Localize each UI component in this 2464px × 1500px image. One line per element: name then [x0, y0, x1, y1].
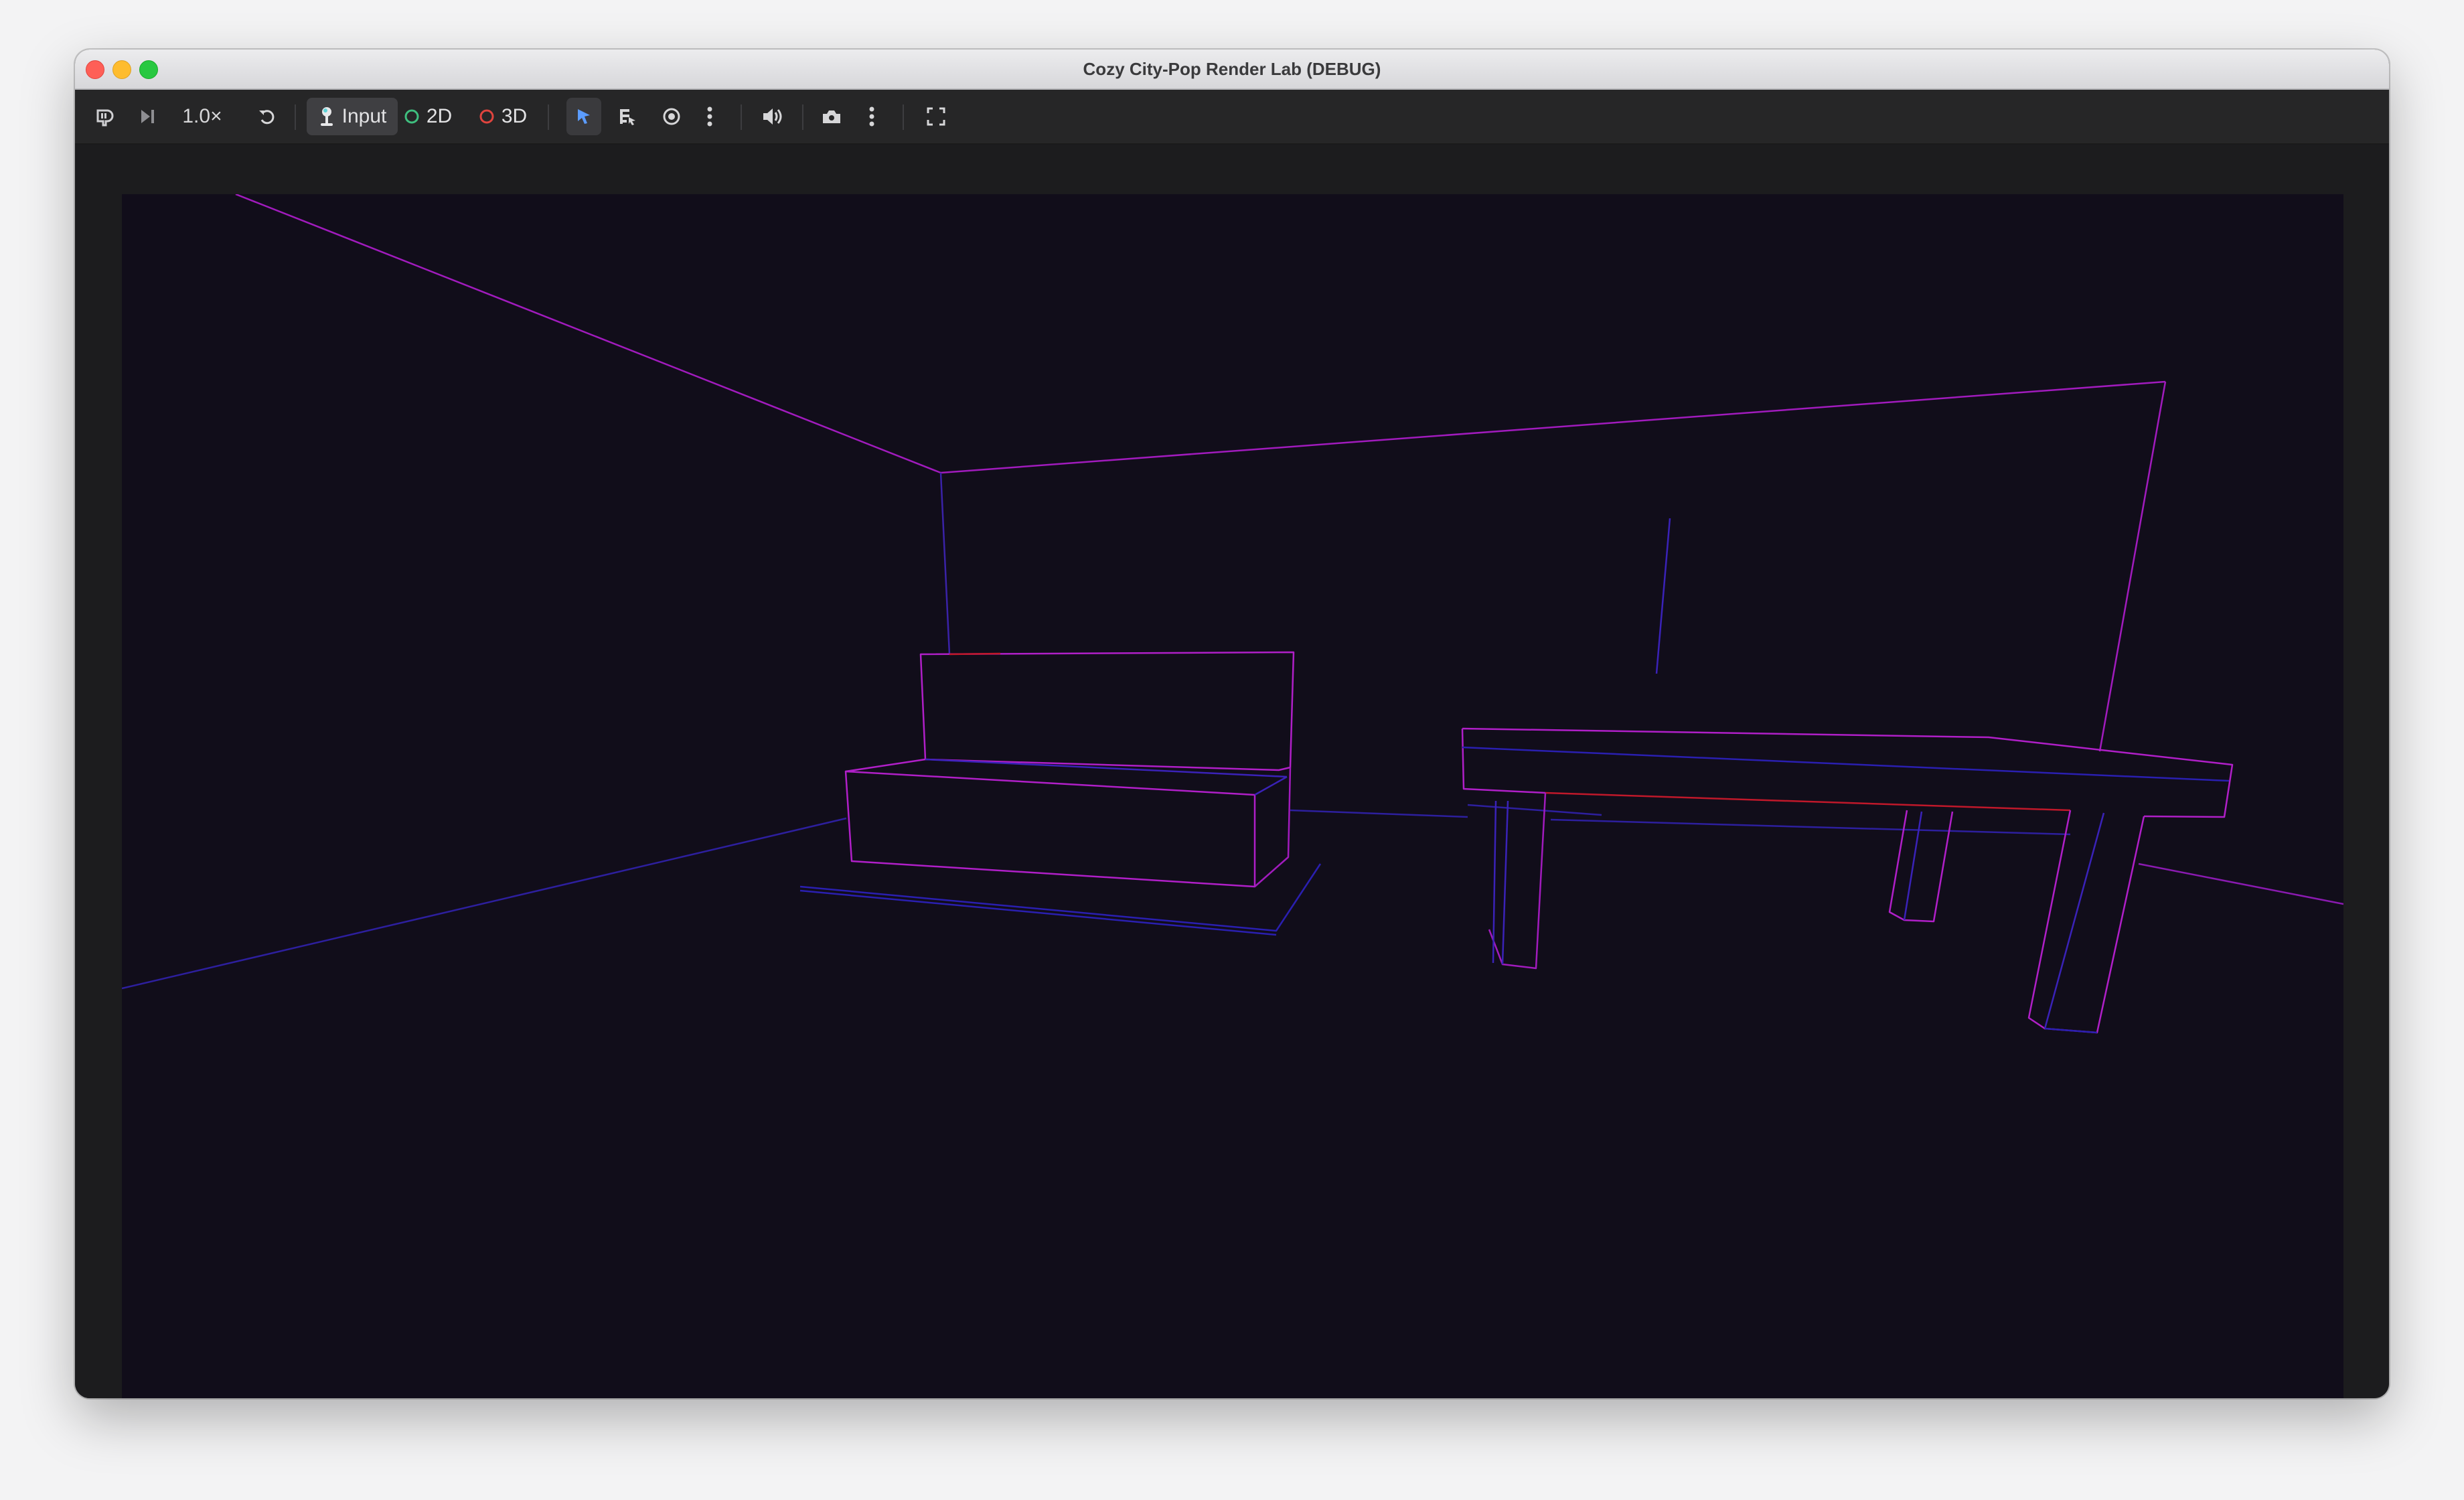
fullscreen-button[interactable]	[919, 98, 953, 135]
game-viewport[interactable]	[122, 194, 2343, 1398]
window-title: Cozy City-Pop Render Lab (DEBUG)	[1083, 59, 1381, 79]
vertical-ellipsis-icon	[869, 106, 874, 127]
circle-outline-icon	[479, 109, 494, 124]
next-frame-icon	[141, 110, 154, 123]
more-options-button[interactable]	[696, 98, 723, 135]
camera-button[interactable]	[814, 98, 849, 135]
toolbar-separator	[295, 104, 296, 130]
time-scale-button[interactable]: 1.0×	[175, 98, 229, 135]
game-pause-button[interactable]	[88, 98, 122, 135]
time-scale-label: 1.0×	[182, 105, 222, 127]
fullscreen-icon	[927, 107, 945, 126]
toolbar-separator	[903, 104, 904, 130]
cursor-arrow-icon	[578, 109, 590, 124]
gamepad-pause-icon	[96, 109, 114, 127]
camera-options-button[interactable]	[858, 98, 885, 135]
speaker-icon	[763, 108, 782, 125]
camera-icon	[823, 110, 840, 123]
title-bar: Cozy City-Pop Render Lab (DEBUG)	[75, 50, 2389, 90]
mode-2d-label: 2D	[426, 105, 453, 127]
visibility-button[interactable]	[655, 98, 688, 135]
sofa-wireframe	[799, 651, 1468, 936]
circle-outline-icon	[404, 109, 419, 124]
next-frame-button[interactable]	[131, 98, 165, 135]
table-wireframe	[1461, 727, 2234, 1034]
toolbar-separator	[548, 104, 549, 130]
mode-3d-button[interactable]: 3D	[471, 98, 534, 135]
debug-toolbar: 1.0× Input 2D 3D	[75, 90, 2389, 145]
mode-2d-button[interactable]: 2D	[398, 98, 458, 135]
wireframe-scene	[122, 194, 2343, 1034]
select-tool-button[interactable]	[566, 98, 601, 135]
rotate-ccw-icon	[259, 110, 275, 125]
toolbar-separator	[802, 104, 803, 130]
list-select-icon	[620, 109, 635, 125]
room-wireframe	[122, 194, 2343, 990]
reset-button[interactable]	[250, 98, 284, 135]
toolbar-separator	[741, 104, 742, 130]
vertical-ellipsis-icon	[707, 106, 712, 127]
mode-3d-label: 3D	[501, 105, 528, 127]
joystick-icon	[320, 107, 333, 126]
viewport-container	[75, 145, 2389, 1398]
eye-icon	[663, 108, 680, 125]
audio-button[interactable]	[755, 98, 790, 135]
list-select-button[interactable]	[611, 98, 644, 135]
input-mode-label: Input	[341, 105, 387, 127]
app-window: Cozy City-Pop Render Lab (DEBUG) 1.0× In…	[75, 50, 2389, 1398]
input-mode-button[interactable]: Input	[307, 98, 398, 135]
